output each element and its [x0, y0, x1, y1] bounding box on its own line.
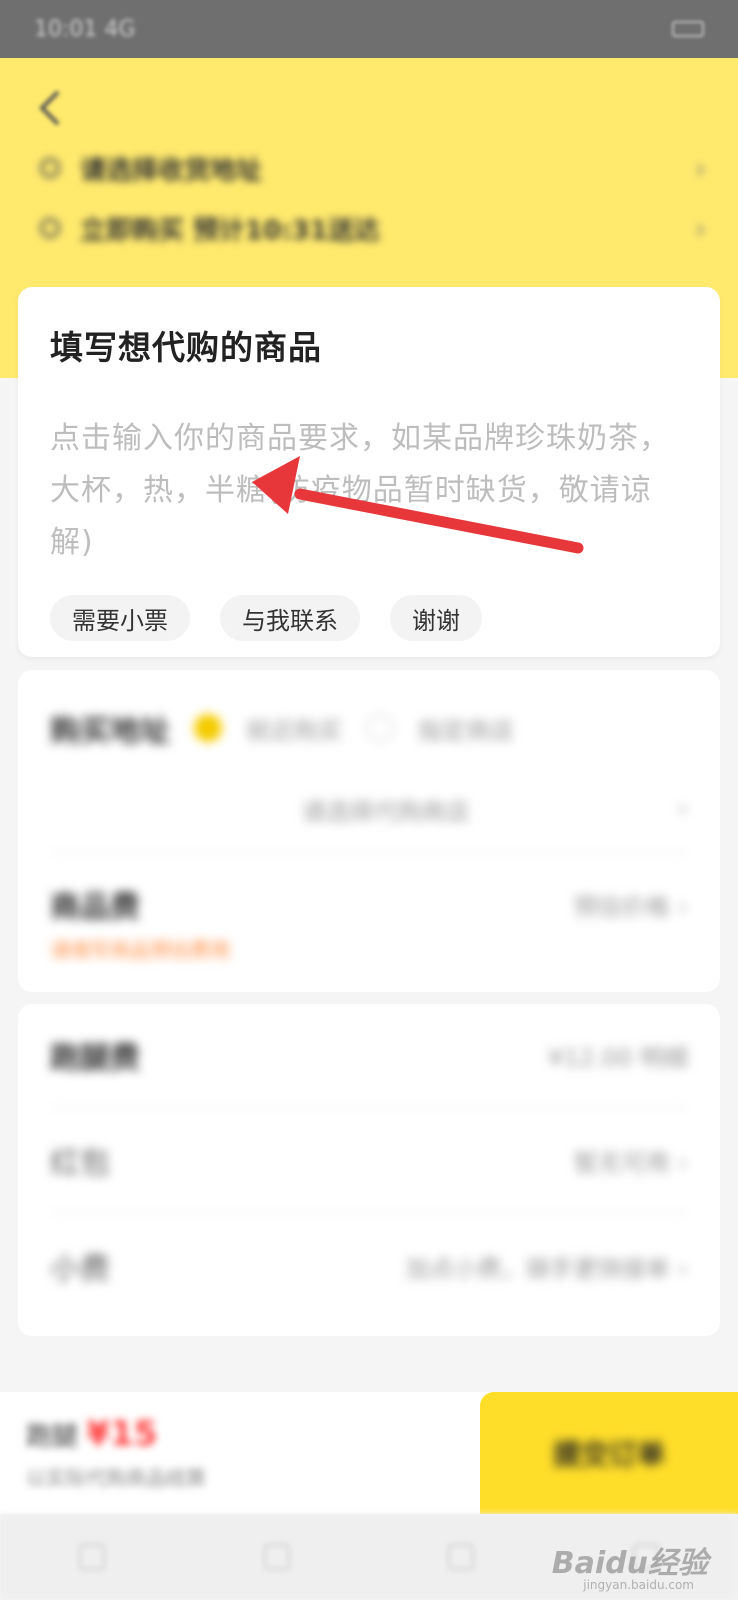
address-row-label: 立即购买 预计10:31送达 [80, 215, 380, 246]
chevron-right-icon: › [694, 151, 706, 185]
goods-fee-row[interactable]: 商品费 预估价格 › [18, 854, 720, 934]
back-arrow-icon[interactable] [36, 88, 64, 128]
fee-value: 加点小费，骑手更快接单 [405, 1254, 670, 1283]
quick-tags: 需要小票 与我联系 谢谢 [50, 595, 688, 641]
option-nearby: 就近购买 [246, 716, 342, 745]
fee-card: 跑腿费 ¥12.00 明细 红包 暂无可用 › 小费 加点小费，骑手更快接单 › [18, 1004, 720, 1336]
status-bar: 10:01 4G [0, 0, 738, 58]
address-row-delivery[interactable]: 请选择收货地址 › [40, 146, 706, 190]
store-hint: 请选择代购商店 [301, 797, 470, 826]
nav-home-icon[interactable] [263, 1544, 290, 1570]
chevron-right-icon: › [677, 1147, 688, 1178]
chevron-right-icon: › [677, 891, 688, 922]
clock-icon [40, 218, 60, 238]
chevron-right-icon: › [677, 1253, 688, 1284]
fee-row-redpacket[interactable]: 红包 暂无可用 › [18, 1108, 720, 1212]
baidu-watermark-url: jingyan.baidu.com [583, 1578, 694, 1592]
tag-receipt[interactable]: 需要小票 [50, 595, 190, 641]
bottom-bar: 跑腿 ¥15 以实际代购商品结算 提交订单 [0, 1392, 738, 1514]
baidu-watermark: Baidu经验 [551, 1546, 708, 1581]
fee-row-tip[interactable]: 小费 加点小费，骑手更快接单 › [18, 1214, 720, 1318]
price-sub: 以实际代购商品结算 [26, 1466, 206, 1490]
goods-fee-value: 预估价格 [573, 892, 670, 921]
tag-thanks[interactable]: 谢谢 [390, 595, 482, 641]
fee-label: 红包 [50, 1146, 110, 1181]
purchase-card: 购买地址 就近购买 指定商店 请选择代购商店 › 商品费 预估价格 › 请填写商品… [18, 670, 720, 992]
location-icon [40, 158, 60, 178]
page: 10:01 4G 请选择收货地址 › 立即购买 预计10:31送达 › 填写想代… [0, 0, 738, 1600]
purchase-address-row: 购买地址 就近购买 指定商店 [18, 670, 720, 766]
nav-menu-icon[interactable] [79, 1544, 106, 1570]
price-prefix: 跑腿 [26, 1422, 79, 1452]
submit-label: 提交订单 [552, 1438, 665, 1471]
goods-fee-label: 商品费 [50, 890, 140, 925]
price-summary: 跑腿 ¥15 以实际代购商品结算 [26, 1414, 206, 1491]
total-price: ¥15 [86, 1414, 158, 1454]
address-row-time[interactable]: 立即购买 预计10:31送达 › [40, 206, 706, 250]
card-title: 填写想代购的商品 [50, 328, 322, 367]
chevron-right-icon: › [677, 794, 688, 824]
battery-icon [672, 21, 704, 37]
fee-label: 小费 [50, 1252, 110, 1287]
goods-fee-note: 请填写商品预估费用 [50, 938, 230, 962]
fee-value: ¥12.00 明细 [548, 1043, 688, 1072]
purchase-title: 购买地址 [50, 714, 170, 749]
submit-order-button[interactable]: 提交订单 [480, 1392, 738, 1514]
chevron-right-icon: › [694, 211, 706, 245]
fee-row-delivery[interactable]: 跑腿费 ¥12.00 明细 [18, 1004, 720, 1106]
radio-nearby[interactable] [194, 714, 222, 742]
nav-back-icon[interactable] [448, 1544, 475, 1570]
address-row-label: 请选择收货地址 [80, 155, 263, 186]
product-request-card: 填写想代购的商品 点击输入你的商品要求，如某品牌珍珠奶茶，大杯，热，半糖(防疫物… [18, 287, 720, 657]
option-store: 指定商店 [418, 716, 514, 745]
status-time: 10:01 4G [34, 16, 136, 42]
store-select-row[interactable]: 请选择代购商店 › [18, 766, 720, 852]
radio-store[interactable] [366, 714, 394, 742]
fee-label: 跑腿费 [50, 1041, 140, 1076]
product-request-input[interactable]: 点击输入你的商品要求，如某品牌珍珠奶茶，大杯，热，半糖(防疫物品暂时缺货，敬请谅… [50, 413, 690, 569]
fee-value: 暂无可用 [573, 1148, 670, 1177]
tag-contact-me[interactable]: 与我联系 [220, 595, 360, 641]
